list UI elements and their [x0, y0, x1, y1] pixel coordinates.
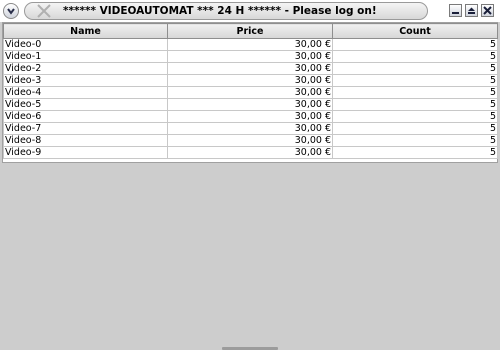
cell-count[interactable]: 5 [332, 86, 498, 99]
cell-name[interactable]: Video-2 [3, 62, 168, 75]
cell-name[interactable]: Video-4 [3, 86, 168, 99]
cell-name[interactable]: Video-7 [3, 122, 168, 135]
cell-count[interactable]: 5 [332, 146, 498, 159]
table-row[interactable]: Video-7 30,00 € 5 [3, 122, 498, 135]
cell-name[interactable]: Video-3 [3, 74, 168, 87]
cell-count[interactable]: 5 [332, 62, 498, 75]
column-header-price[interactable]: Price [167, 23, 333, 39]
minimize-icon [452, 12, 459, 14]
cell-name[interactable]: Video-8 [3, 134, 168, 147]
cell-price[interactable]: 30,00 € [167, 50, 333, 63]
cell-price[interactable]: 30,00 € [167, 110, 333, 123]
close-button[interactable] [481, 4, 494, 17]
cell-name[interactable]: Video-6 [3, 110, 168, 123]
maximize-button[interactable] [465, 4, 478, 17]
cell-count[interactable]: 5 [332, 110, 498, 123]
column-header-count[interactable]: Count [332, 23, 498, 39]
cell-price[interactable]: 30,00 € [167, 38, 333, 51]
close-icon [483, 6, 492, 15]
table-row[interactable]: Video-1 30,00 € 5 [3, 50, 498, 63]
table-row[interactable]: Video-4 30,00 € 5 [3, 86, 498, 99]
table-empty-area [2, 163, 498, 347]
table-row[interactable]: Video-3 30,00 € 5 [3, 74, 498, 87]
window-menu-button[interactable] [3, 3, 19, 19]
cell-name[interactable]: Video-9 [3, 146, 168, 159]
cell-price[interactable]: 30,00 € [167, 98, 333, 111]
cell-count[interactable]: 5 [332, 74, 498, 87]
maximize-icon [468, 7, 475, 14]
cell-price[interactable]: 30,00 € [167, 86, 333, 99]
title-pill: ****** VIDEOAUTOMAT *** 24 H ****** - Pl… [24, 2, 428, 20]
video-table-container: Name Price Count Video-0 30,00 € 5 Video… [2, 22, 498, 163]
chevron-down-icon [7, 8, 15, 15]
cell-price[interactable]: 30,00 € [167, 134, 333, 147]
cell-count[interactable]: 5 [332, 98, 498, 111]
table-row[interactable]: Video-2 30,00 € 5 [3, 62, 498, 75]
table-row[interactable]: Video-8 30,00 € 5 [3, 134, 498, 147]
table-row[interactable]: Video-5 30,00 € 5 [3, 98, 498, 111]
cell-price[interactable]: 30,00 € [167, 146, 333, 159]
cell-price[interactable]: 30,00 € [167, 122, 333, 135]
table-row[interactable]: Video-9 30,00 € 5 [3, 146, 498, 159]
cell-price[interactable]: 30,00 € [167, 62, 333, 75]
table-header-row: Name Price Count [3, 23, 498, 39]
cell-name[interactable]: Video-0 [3, 38, 168, 51]
cell-count[interactable]: 5 [332, 122, 498, 135]
cell-name[interactable]: Video-5 [3, 98, 168, 111]
title-bar[interactable]: ****** VIDEOAUTOMAT *** 24 H ****** - Pl… [0, 0, 500, 22]
video-table: Name Price Count Video-0 30,00 € 5 Video… [3, 23, 498, 159]
cell-name[interactable]: Video-1 [3, 50, 168, 63]
column-header-name[interactable]: Name [3, 23, 168, 39]
table-row[interactable]: Video-6 30,00 € 5 [3, 110, 498, 123]
x-logo-icon [35, 3, 53, 19]
window-title: ****** VIDEOAUTOMAT *** 24 H ****** - Pl… [63, 5, 377, 17]
cell-count[interactable]: 5 [332, 38, 498, 51]
cell-price[interactable]: 30,00 € [167, 74, 333, 87]
minimize-button[interactable] [449, 4, 462, 17]
cell-count[interactable]: 5 [332, 134, 498, 147]
table-row[interactable]: Video-0 30,00 € 5 [3, 38, 498, 51]
cell-count[interactable]: 5 [332, 50, 498, 63]
app-window: ****** VIDEOAUTOMAT *** 24 H ****** - Pl… [0, 0, 500, 350]
